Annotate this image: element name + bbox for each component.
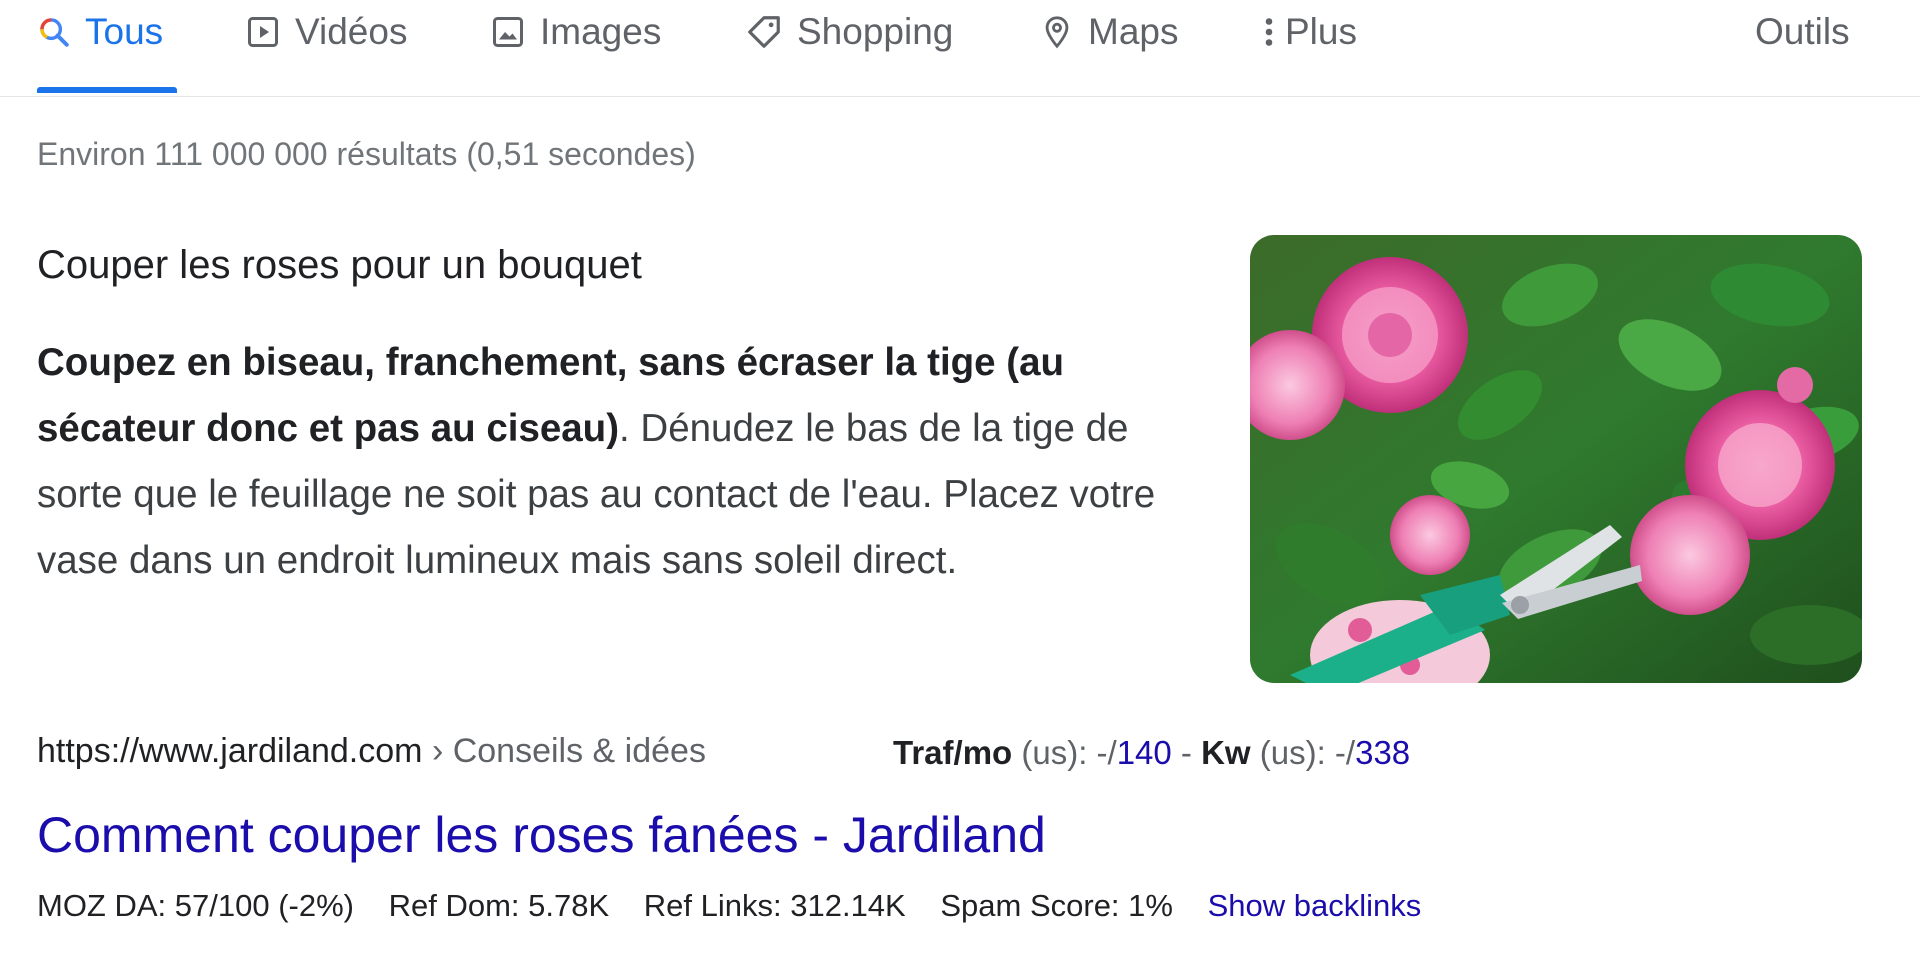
- image-icon: [490, 14, 526, 50]
- more-vert-icon: [1263, 14, 1275, 50]
- tab-shopping-label: Shopping: [797, 11, 954, 52]
- link-metrics-row: MOZ DA: 57/100 (-2%) Ref Dom: 5.78K Ref …: [37, 888, 1421, 924]
- snippet-heading: Couper les roses pour un bouquet: [37, 243, 642, 287]
- keywords-region: (us): -/: [1250, 734, 1356, 771]
- ref-links: Ref Links: 312.14K: [643, 888, 906, 923]
- tab-all[interactable]: Tous: [37, 8, 163, 56]
- moz-da: MOZ DA: 57/100 (-2%): [37, 888, 354, 923]
- metrics-separator: -: [1171, 734, 1202, 771]
- search-results-page: Tous Vidéos Images Shopping Maps Plus Ou…: [0, 0, 1920, 957]
- tab-images-label: Images: [540, 11, 662, 52]
- active-tab-indicator: [37, 87, 177, 93]
- traffic-value: 140: [1116, 734, 1172, 771]
- result-title-link[interactable]: Comment couper les roses fanées - Jardil…: [37, 806, 1046, 864]
- search-icon: [37, 15, 71, 49]
- tab-maps-label: Maps: [1088, 11, 1179, 52]
- tab-all-label: Tous: [85, 11, 164, 52]
- video-icon: [245, 14, 281, 50]
- traffic-region: (us): -/: [1012, 734, 1117, 771]
- search-tabs-bar: Tous Vidéos Images Shopping Maps Plus Ou…: [0, 0, 1920, 97]
- tab-shopping[interactable]: Shopping: [745, 8, 953, 56]
- keywords-label: Kw: [1201, 734, 1251, 771]
- tab-more[interactable]: Plus: [1263, 8, 1357, 56]
- tools-label: Outils: [1755, 11, 1850, 52]
- tools-button[interactable]: Outils: [1755, 8, 1850, 56]
- tab-videos-label: Vidéos: [295, 11, 408, 52]
- result-cite[interactable]: https://www.jardiland.com › Conseils & i…: [37, 732, 706, 778]
- result-breadcrumb: › Conseils & idées: [422, 732, 706, 770]
- result-url: https://www.jardiland.com: [37, 732, 423, 770]
- show-backlinks-link[interactable]: Show backlinks: [1208, 888, 1422, 923]
- tab-maps[interactable]: Maps: [1040, 8, 1178, 56]
- tag-icon: [745, 13, 783, 51]
- spam-score: Spam Score: 1%: [940, 888, 1173, 923]
- tab-more-label: Plus: [1285, 11, 1357, 52]
- keywords-value: 338: [1355, 734, 1411, 771]
- snippet-image[interactable]: [1250, 235, 1862, 683]
- roses-pruning-photo: [1250, 235, 1862, 683]
- seo-traffic-metrics: Traf/mo (us): -/140 - Kw (us): -/338: [893, 734, 1410, 772]
- traffic-label: Traf/mo: [893, 734, 1013, 771]
- tab-images[interactable]: Images: [490, 8, 661, 56]
- result-stats: Environ 111 000 000 résultats (0,51 seco…: [37, 136, 696, 172]
- ref-domains: Ref Dom: 5.78K: [388, 888, 610, 923]
- tab-videos[interactable]: Vidéos: [245, 8, 407, 56]
- map-pin-icon: [1040, 13, 1074, 51]
- snippet-text: Coupez en biseau, franchement, sans écra…: [37, 330, 1207, 594]
